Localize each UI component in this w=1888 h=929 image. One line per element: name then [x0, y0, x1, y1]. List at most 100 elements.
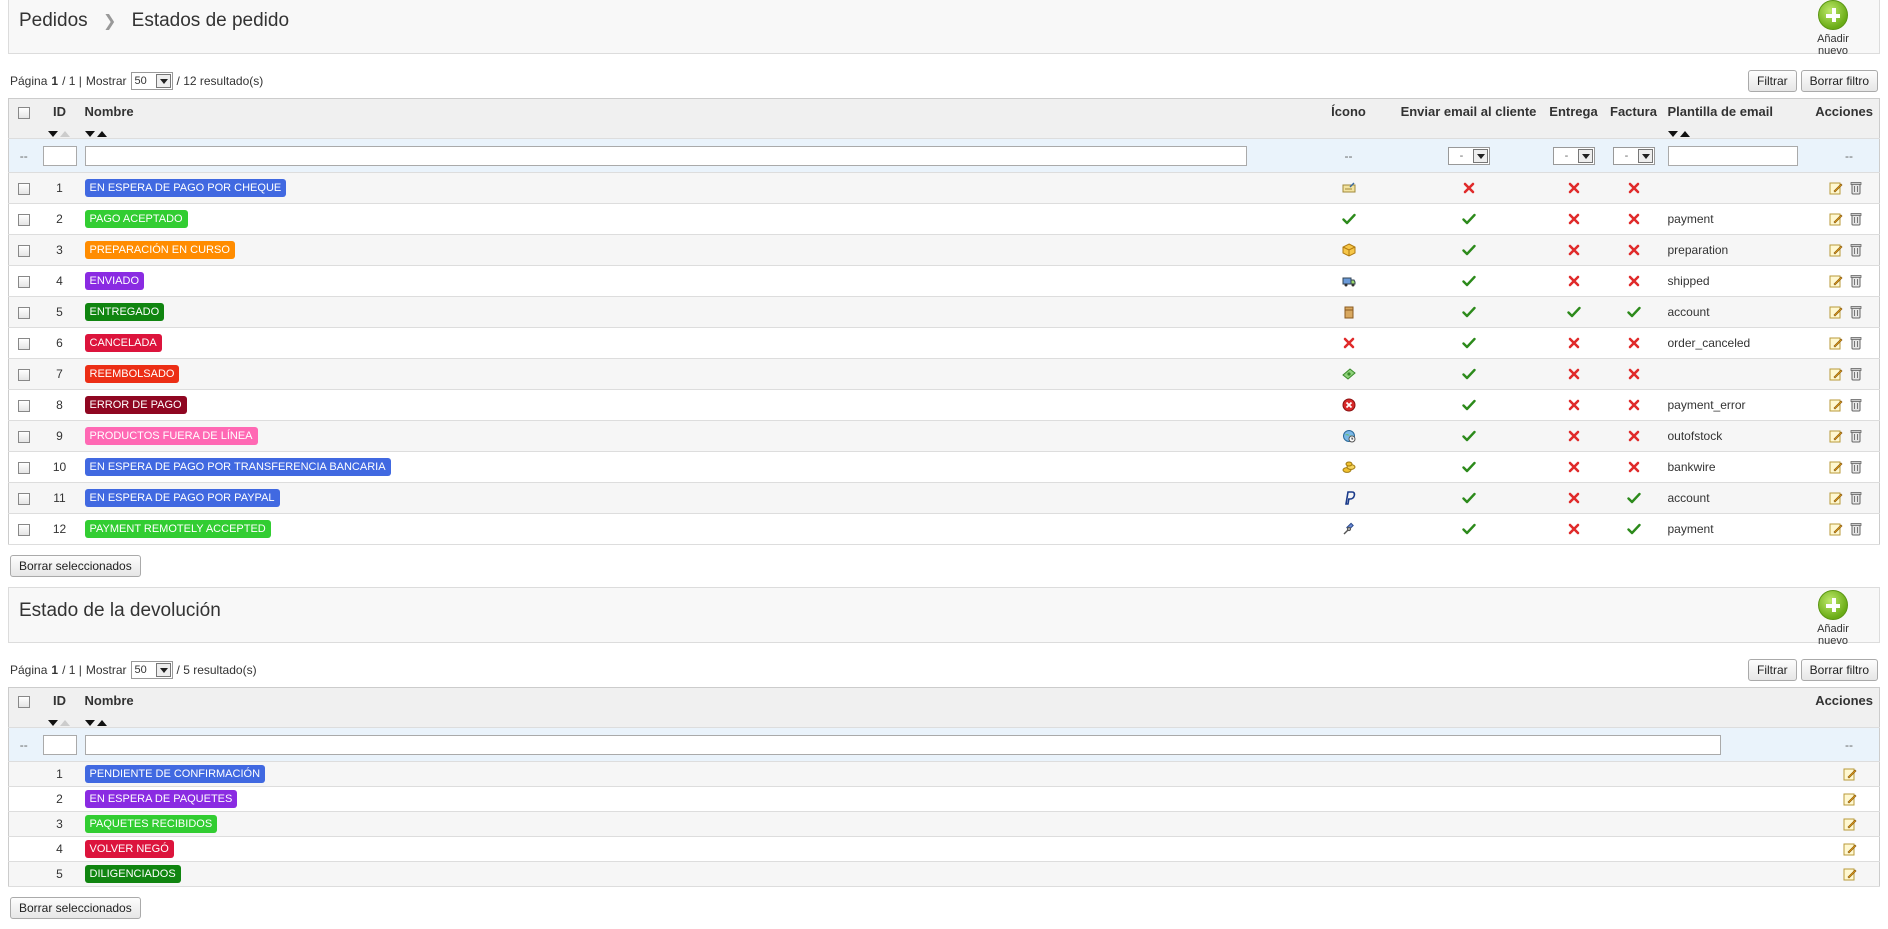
check-icon[interactable]: [1461, 212, 1476, 226]
cross-icon[interactable]: [1627, 429, 1641, 443]
edit-icon[interactable]: [1829, 274, 1843, 289]
edit-icon[interactable]: [1843, 867, 1857, 881]
add-new-return-state-button[interactable]: Añadir nuevo: [1801, 590, 1865, 647]
row-checkbox[interactable]: [17, 399, 30, 412]
per-page-select[interactable]: 50: [130, 72, 173, 90]
filter-send-email-select[interactable]: -: [1447, 146, 1490, 165]
trash-icon[interactable]: [1849, 522, 1863, 537]
edit-icon[interactable]: [1829, 491, 1843, 506]
filter-id-input[interactable]: [42, 734, 77, 755]
cross-icon[interactable]: [1567, 181, 1581, 195]
cross-icon[interactable]: [1567, 367, 1581, 381]
row-checkbox[interactable]: [17, 523, 30, 536]
table-row[interactable]: 6 CANCELADA order_canceled: [8, 327, 1880, 359]
cross-icon[interactable]: [1567, 429, 1581, 443]
col-name[interactable]: Nombre: [80, 687, 1806, 728]
check-icon[interactable]: [1461, 460, 1476, 474]
trash-icon[interactable]: [1849, 491, 1863, 506]
reset-filter-button[interactable]: Borrar filtro: [1800, 659, 1878, 681]
cross-icon[interactable]: [1627, 398, 1641, 412]
cross-icon[interactable]: [1567, 460, 1581, 474]
col-id[interactable]: ID: [38, 98, 81, 139]
cross-icon[interactable]: [1627, 243, 1641, 257]
col-name[interactable]: Nombre: [80, 98, 1304, 139]
table-row[interactable]: 11 EN ESPERA DE PAGO POR PAYPAL account: [8, 482, 1880, 514]
sort-asc-icon[interactable]: [59, 720, 70, 726]
edit-icon[interactable]: [1829, 336, 1843, 351]
check-icon[interactable]: [1461, 367, 1476, 381]
sort-asc-icon[interactable]: [59, 131, 70, 137]
cross-icon[interactable]: [1627, 367, 1641, 381]
trash-icon[interactable]: [1849, 367, 1863, 382]
sort-asc-icon[interactable]: [96, 720, 107, 726]
filter-invoice-select[interactable]: -: [1612, 146, 1655, 165]
check-icon[interactable]: [1461, 336, 1476, 350]
row-checkbox[interactable]: [17, 337, 30, 350]
sort-desc-icon[interactable]: [1667, 131, 1678, 137]
table-row[interactable]: 2 EN ESPERA DE PAQUETES: [8, 786, 1880, 812]
table-row[interactable]: 1 PENDIENTE DE CONFIRMACIÓN: [8, 761, 1880, 787]
check-icon[interactable]: [1461, 429, 1476, 443]
sort-asc-icon[interactable]: [96, 131, 107, 137]
row-checkbox[interactable]: [17, 213, 30, 226]
table-row[interactable]: 4 ENVIADO shipped: [8, 265, 1880, 297]
cross-icon[interactable]: [1462, 181, 1476, 195]
filter-button[interactable]: Filtrar: [1747, 659, 1797, 681]
cross-icon[interactable]: [1627, 181, 1641, 195]
cross-icon[interactable]: [1567, 336, 1581, 350]
sort-desc-icon[interactable]: [47, 720, 58, 726]
edit-icon[interactable]: [1829, 243, 1843, 258]
table-row[interactable]: 5 ENTREGADO account: [8, 296, 1880, 328]
cross-icon[interactable]: [1627, 274, 1641, 288]
trash-icon[interactable]: [1849, 305, 1863, 320]
row-checkbox[interactable]: [17, 306, 30, 319]
check-icon[interactable]: [1461, 398, 1476, 412]
cross-icon[interactable]: [1567, 212, 1581, 226]
delete-selected-button[interactable]: Borrar seleccionados: [10, 555, 141, 577]
reset-filter-button[interactable]: Borrar filtro: [1800, 70, 1878, 92]
edit-icon[interactable]: [1829, 429, 1843, 444]
row-checkbox[interactable]: [17, 244, 30, 257]
table-row[interactable]: 2 PAGO ACEPTADO payment: [8, 203, 1880, 235]
breadcrumb-parent[interactable]: Pedidos: [19, 10, 88, 31]
edit-icon[interactable]: [1829, 522, 1843, 537]
sort-desc-icon[interactable]: [47, 131, 58, 137]
sort-desc-icon[interactable]: [84, 131, 95, 137]
trash-icon[interactable]: [1849, 274, 1863, 289]
sort-desc-icon[interactable]: [84, 720, 95, 726]
delete-selected-button[interactable]: Borrar seleccionados: [10, 897, 141, 919]
cross-icon[interactable]: [1627, 460, 1641, 474]
trash-icon[interactable]: [1849, 398, 1863, 413]
sort-asc-icon[interactable]: [1679, 131, 1690, 137]
row-checkbox[interactable]: [17, 492, 30, 505]
select-all-checkbox[interactable]: [17, 106, 30, 119]
col-template[interactable]: Plantilla de email: [1663, 98, 1806, 139]
edit-icon[interactable]: [1843, 792, 1857, 806]
table-row[interactable]: 12 PAYMENT REMOTELY ACCEPTED payment: [8, 513, 1880, 545]
filter-template-input[interactable]: [1667, 145, 1798, 166]
add-new-order-state-button[interactable]: Añadir nuevo: [1801, 0, 1865, 57]
trash-icon[interactable]: [1849, 243, 1863, 258]
cross-icon[interactable]: [1567, 522, 1581, 536]
cross-icon[interactable]: [1567, 398, 1581, 412]
table-row[interactable]: 7 REEMBOLSADO: [8, 358, 1880, 390]
filter-name-input[interactable]: [84, 734, 1721, 755]
trash-icon[interactable]: [1849, 429, 1863, 444]
table-row[interactable]: 1 EN ESPERA DE PAGO POR CHEQUE: [8, 172, 1880, 204]
filter-button[interactable]: Filtrar: [1747, 70, 1797, 92]
row-checkbox[interactable]: [17, 182, 30, 195]
edit-icon[interactable]: [1829, 460, 1843, 475]
col-id[interactable]: ID: [38, 687, 81, 728]
filter-delivery-select[interactable]: -: [1552, 146, 1595, 165]
cross-icon[interactable]: [1567, 243, 1581, 257]
cross-icon[interactable]: [1627, 212, 1641, 226]
edit-icon[interactable]: [1829, 305, 1843, 320]
edit-icon[interactable]: [1843, 767, 1857, 781]
cross-icon[interactable]: [1567, 491, 1581, 505]
edit-icon[interactable]: [1829, 212, 1843, 227]
row-checkbox[interactable]: [17, 368, 30, 381]
check-icon[interactable]: [1461, 274, 1476, 288]
trash-icon[interactable]: [1849, 181, 1863, 196]
row-checkbox[interactable]: [17, 275, 30, 288]
table-row[interactable]: 3 PREPARACIÓN EN CURSO preparation: [8, 234, 1880, 266]
